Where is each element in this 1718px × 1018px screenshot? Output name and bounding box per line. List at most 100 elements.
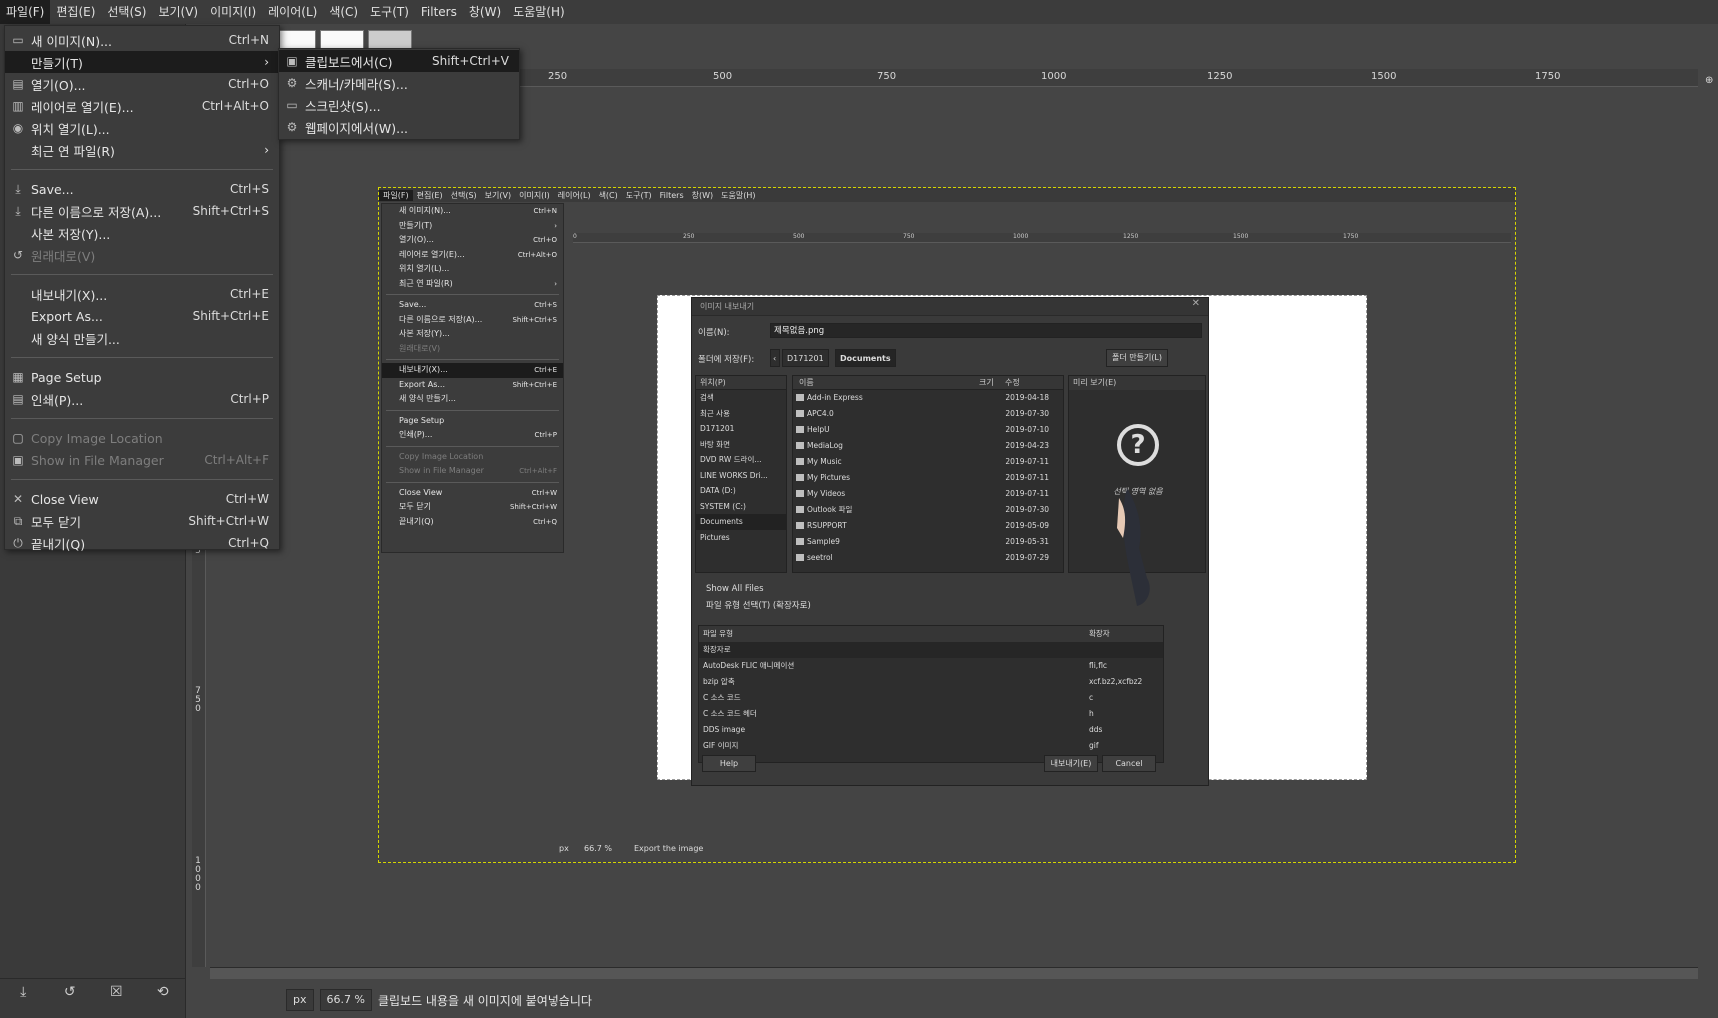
place-item[interactable]: 바탕 화면 — [696, 437, 786, 453]
filetype-row[interactable]: GIF 이미지 gif — [699, 738, 1163, 754]
place-item[interactable]: Documents — [696, 514, 786, 530]
file-row[interactable]: My Videos 2019-07-11 — [793, 486, 1063, 502]
file-menu-item-7[interactable]: ⤓ 다른 이름으로 저장(A)... Shift+Ctrl+S — [5, 200, 279, 222]
save-icon: ⤓ — [15, 182, 21, 196]
file-row[interactable]: RSUPPORT 2019-05-09 — [793, 518, 1063, 534]
export-button[interactable]: 내보내기(E) — [1044, 755, 1098, 772]
place-item[interactable]: 검색 — [696, 390, 786, 406]
delete-icon[interactable]: ☒ — [107, 983, 125, 1001]
crumb-d171201[interactable]: D171201 — [782, 349, 829, 367]
inner-menu-item-label: 인쇄(P)... — [399, 430, 433, 439]
create-submenu-item-0[interactable]: ▣ 클립보드에서(C) Shift+Ctrl+V — [279, 50, 519, 72]
filetype-toggle[interactable]: 파일 유형 선택(T) (확장자로) — [706, 599, 811, 611]
filename-input[interactable]: 제목없음.png — [770, 323, 1202, 338]
chevron-left-icon[interactable]: ‹ — [770, 349, 780, 367]
filetype-row[interactable]: C 소스 코드 c — [699, 690, 1163, 706]
inner-zoom-select[interactable]: 66.7 % — [584, 844, 612, 853]
file-row[interactable]: My Music 2019-07-11 — [793, 454, 1063, 470]
file-menu-item-3[interactable]: ▥ 레이어로 열기(E)... Ctrl+Alt+O — [5, 95, 279, 117]
file-menu-item-8[interactable]: 사본 저장(Y)... — [5, 222, 279, 244]
file-menu-item-12[interactable]: 새 양식 만들기... — [5, 327, 279, 349]
menu-1[interactable]: 편집(E) — [50, 0, 101, 24]
file-row[interactable]: Add-in Express 2019-04-18 — [793, 390, 1063, 406]
filetype-row[interactable]: 확장자로 — [699, 642, 1163, 658]
create-submenu-item-1[interactable]: ⚙ 스캐너/카메라(S)... — [279, 72, 519, 94]
place-item[interactable]: LINE WORKS Dri... — [696, 468, 786, 484]
file-row[interactable]: APC4.0 2019-07-30 — [793, 406, 1063, 422]
col-name[interactable]: 이름 — [799, 376, 814, 390]
place-item[interactable]: Pictures — [696, 530, 786, 546]
filetype-name: C 소스 코드 — [703, 693, 741, 702]
inner-menu-8: Filters — [659, 190, 684, 200]
file-row[interactable]: seetrol 2019-07-29 — [793, 550, 1063, 566]
menu-separator — [11, 274, 273, 275]
filetype-ext: gif — [1089, 741, 1099, 750]
filetype-name: bzip 압축 — [703, 677, 735, 686]
unit-select[interactable]: px — [286, 989, 314, 1011]
file-row[interactable]: MediaLog 2019-04-23 — [793, 438, 1063, 454]
place-item[interactable]: DVD RW 드라이... — [696, 452, 786, 468]
restore-icon[interactable]: ↺ — [61, 983, 79, 1001]
save-tool-preset-icon[interactable]: ⤓ — [14, 983, 32, 1001]
file-row[interactable]: My Pictures 2019-07-11 — [793, 470, 1063, 486]
menu-8[interactable]: Filters — [415, 0, 463, 24]
file-menu-item-4[interactable]: ◉ 위치 열기(L)... — [5, 117, 279, 139]
filetype-row[interactable]: bzip 압축 xcf.bz2,xcfbz2 — [699, 674, 1163, 690]
horizontal-scrollbar[interactable] — [210, 967, 1698, 979]
menu-item-label: Close View — [31, 491, 99, 507]
filetype-row[interactable]: DDS image dds — [699, 722, 1163, 738]
menu-10[interactable]: 도움말(H) — [507, 0, 571, 24]
inner-unit-select[interactable]: px — [559, 844, 569, 853]
create-submenu-item-2[interactable]: ▭ 스크린샷(S)... — [279, 94, 519, 116]
help-button[interactable]: Help — [702, 755, 756, 772]
filetype-ext: dds — [1089, 725, 1103, 734]
filetype-ext: h — [1089, 709, 1094, 718]
folder-icon — [796, 554, 804, 561]
filetype-row[interactable]: C 소스 코드 헤더 h — [699, 706, 1163, 722]
file-menu-item-6[interactable]: ⤓ Save... Ctrl+S — [5, 178, 279, 200]
file-row[interactable]: Outlook 파일 2019-07-30 — [793, 502, 1063, 518]
close-icon[interactable]: ✕ — [1192, 298, 1200, 309]
file-menu-item-0[interactable]: ▭ 새 이미지(N)... Ctrl+N — [5, 29, 279, 51]
file-menu-item-2[interactable]: ▤ 열기(O)... Ctrl+O — [5, 73, 279, 95]
zoom-select[interactable]: 66.7 % — [319, 989, 372, 1011]
zoom-icon[interactable]: ⊕ — [1705, 75, 1713, 86]
file-menu-item-5[interactable]: 최근 연 파일(R) › — [5, 139, 279, 161]
crumb-documents[interactable]: Documents — [835, 349, 896, 367]
file-list-header: 이름 크기 수정 — [793, 376, 1063, 390]
menu-5[interactable]: 레이어(L) — [262, 0, 323, 24]
menu-9[interactable]: 창(W) — [463, 0, 507, 24]
filetype-ext: fli,flc — [1089, 661, 1108, 670]
menu-7[interactable]: 도구(T) — [364, 0, 415, 24]
show-all-files-checkbox[interactable]: Show All Files — [706, 584, 764, 594]
menu-0[interactable]: 파일(F) — [0, 0, 51, 24]
file-menu-item-14[interactable]: ▤ 인쇄(P)... Ctrl+P — [5, 388, 279, 410]
reset-icon[interactable]: ⟲ — [154, 983, 172, 1001]
file-menu-item-1[interactable]: 만들기(T) › — [5, 51, 279, 73]
file-date: 2019-07-30 — [1005, 505, 1049, 514]
file-row[interactable]: HelpU 2019-07-10 — [793, 422, 1063, 438]
file-menu-item-11[interactable]: Export As... Shift+Ctrl+E — [5, 305, 279, 327]
menu-4[interactable]: 이미지(I) — [204, 0, 262, 24]
create-submenu: ▣ 클립보드에서(C) Shift+Ctrl+V ⚙ 스캐너/카메라(S)... ▭ 스크린… — [278, 48, 520, 140]
new-folder-button[interactable]: 폴더 만들기(L) — [1106, 349, 1168, 367]
file-menu-item-18[interactable]: ⧉ 모두 닫기 Shift+Ctrl+W — [5, 510, 279, 532]
create-submenu-item-3[interactable]: ⚙ 웹페이지에서(W)... — [279, 116, 519, 138]
file-row[interactable]: Sample9 2019-05-31 — [793, 534, 1063, 550]
file-menu-item-10[interactable]: 내보내기(X)... Ctrl+E — [5, 283, 279, 305]
cancel-button[interactable]: Cancel — [1102, 755, 1156, 772]
place-item[interactable]: SYSTEM (C:) — [696, 499, 786, 515]
place-item[interactable]: D171201 — [696, 421, 786, 437]
col-modified[interactable]: 수정 — [1005, 376, 1020, 390]
place-item[interactable]: DATA (D:) — [696, 483, 786, 499]
menu-6[interactable]: 색(C) — [323, 0, 364, 24]
place-item[interactable]: 최근 사용 — [696, 406, 786, 422]
file-menu-item-17[interactable]: ✕ Close View Ctrl+W — [5, 488, 279, 510]
file-menu-item-19[interactable]: ⏻ 끝내기(Q) Ctrl+Q — [5, 532, 279, 554]
file-menu-item-13[interactable]: ▦ Page Setup — [5, 366, 279, 388]
menu-2[interactable]: 선택(S) — [101, 0, 152, 24]
menu-item-label: 최근 연 파일(R) — [31, 143, 115, 159]
filetype-row[interactable]: AutoDesk FLIC 애니메이션 fli,flc — [699, 658, 1163, 674]
col-size[interactable]: 크기 — [979, 376, 994, 390]
menu-3[interactable]: 보기(V) — [152, 0, 204, 24]
